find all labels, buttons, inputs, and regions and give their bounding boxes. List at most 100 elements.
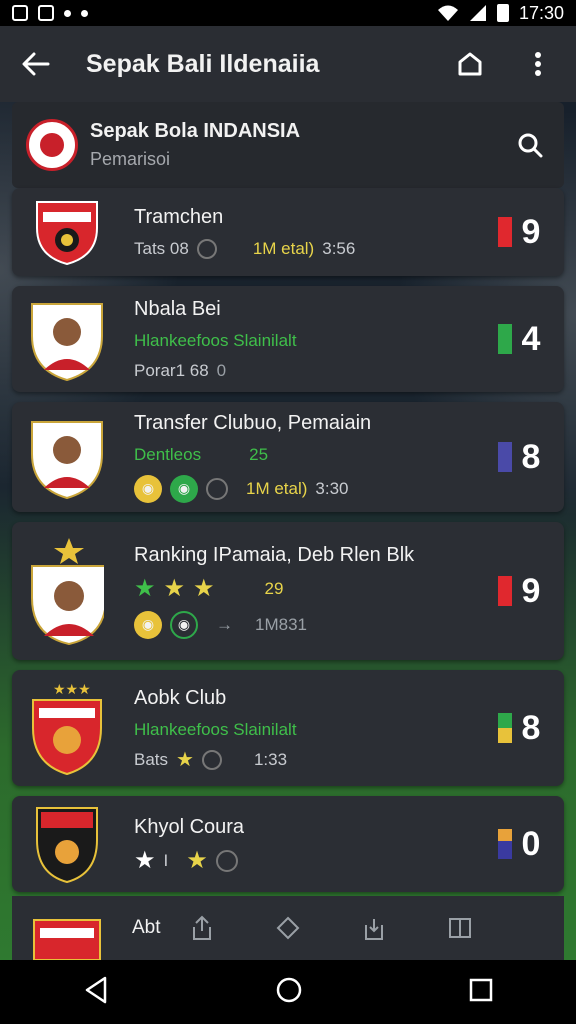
club-badge-icon: ◉ [134,610,162,639]
score: 9 [498,572,542,611]
league-name: Sepak Bola INDANSIA [90,120,301,142]
item-title: Khyol Coura [134,815,245,838]
star-icon: ★ [134,574,156,602]
more-vertical-icon [535,52,541,76]
clock-icon [215,849,238,872]
item-title: Nbala Bei [134,297,221,320]
club-crest [30,804,104,884]
item-stat: Bats [134,749,169,769]
wifi-icon [437,5,458,21]
layout-button[interactable] [442,910,478,946]
player-photo [30,417,104,500]
more-options-button[interactable] [516,42,560,86]
bottom-toolbar: Abt [12,896,564,961]
item-time: 3:56 [322,238,356,258]
item-title: Transfer Clubuo, Pemaiain [134,411,372,434]
notification-icon [38,5,54,21]
dot-icon [64,9,71,17]
item-subtitle: Dentleos [134,444,202,464]
item-stat: I [163,850,169,870]
score-value: 0 [521,824,541,863]
share-icon [458,52,482,76]
list-item[interactable]: Transfer Clubuo, Pemaiain Dentleos 25 ◉ … [12,402,564,512]
item-stat: Tats 08 [134,238,189,258]
status-time: 17:30 [518,2,564,23]
share-button[interactable] [184,910,220,946]
item-time: 3:30 [315,478,349,498]
square-recents-icon [469,978,493,1001]
export-icon [365,919,383,940]
list-item[interactable]: Khyol Coura ★ I ★ 0 [12,796,564,892]
item-title: Tramchen [134,205,224,228]
system-nav-bar [0,960,576,1024]
club-badge-icon: ◉ [134,474,162,503]
score-bar [498,217,512,247]
score-value: 8 [521,708,541,747]
toolbar-label: Abt [132,917,161,938]
export-button[interactable] [356,910,392,946]
score: 8 [498,438,542,477]
list-item[interactable]: Tramchen Tats 08 1M etal) 3:56 9 [12,188,564,276]
item-stat: 29 [264,578,284,598]
item-time: 1M831 [255,614,307,634]
clock-icon [196,238,217,259]
clock-icon [206,477,228,500]
item-time: 1:33 [253,749,288,769]
item-stat: 1M etal) [252,238,315,258]
item-title: Ranking IPamaia, Deb Rlen Blk [134,543,415,566]
score-bar [498,442,512,472]
item-stat: 1M etal) [246,478,308,498]
nav-home-button[interactable] [275,976,303,1009]
club-crest [32,918,102,965]
item-subtitle: Hlankeefoos Slainilalt [134,330,297,350]
nav-back-button[interactable] [83,976,109,1009]
triangle-back-icon [85,976,107,1003]
list-item[interactable]: Nbala Bei Hlankeefoos Slainilalt Porar1 … [12,286,564,392]
search-button[interactable] [510,125,550,165]
status-bar: 17:30 [0,0,576,26]
arrow-icon: → [216,614,233,634]
app-bar: Sepak Bali Ildenaiia [0,26,576,102]
league-logo [26,119,78,171]
page-title: Sepak Bali Ildenaiia [86,49,320,78]
score-value: 8 [521,437,541,476]
league-subtitle: Pemarisoi [90,149,171,169]
star-icon: ★ [176,748,194,771]
navigate-button[interactable] [270,910,306,946]
star-icon: ★ [186,846,208,874]
list-item[interactable]: Ranking IPamaia, Deb Rlen Blk ★ ★ ★ 29 ◉… [12,522,564,660]
clock-icon [201,749,222,770]
club-crest: ★★★ [30,678,104,778]
league-header: Sepak Bola INDANSIA Pemarisoi [12,102,564,188]
arrow-left-icon [22,52,50,76]
score: 8 [498,709,542,748]
score-bar [498,576,512,606]
item-title: Aobk Club [134,686,227,709]
signal-icon [469,5,486,21]
score-value: 9 [521,571,541,610]
score-value: 9 [521,212,541,251]
club-crest [30,192,104,272]
battery-icon [496,4,509,22]
dot-icon [81,9,88,17]
club-list: Tramchen Tats 08 1M etal) 3:56 9 Nbala B… [12,188,564,902]
player-photo [30,536,104,646]
list-item[interactable]: ★★★ Aobk Club Hlankeefoos Slainilalt Bat… [12,670,564,786]
score-bar [498,829,512,859]
score-bar [498,713,512,743]
photo-icon [12,5,28,21]
player-photo [30,299,104,382]
share-button[interactable] [448,42,492,86]
upload-icon [193,915,211,940]
star-icon: ★ [134,846,156,874]
circle-home-icon [276,977,302,1002]
star-icon: ★ [163,574,186,602]
item-stat: 25 [249,444,269,464]
score: 4 [498,320,542,359]
club-badge-icon: ◉ [170,610,198,639]
score: 9 [498,213,542,252]
star-icon: ★ [193,574,215,602]
nav-recents-button[interactable] [469,978,493,1007]
back-button[interactable] [16,44,56,84]
svg-text:★★★: ★★★ [53,681,91,697]
